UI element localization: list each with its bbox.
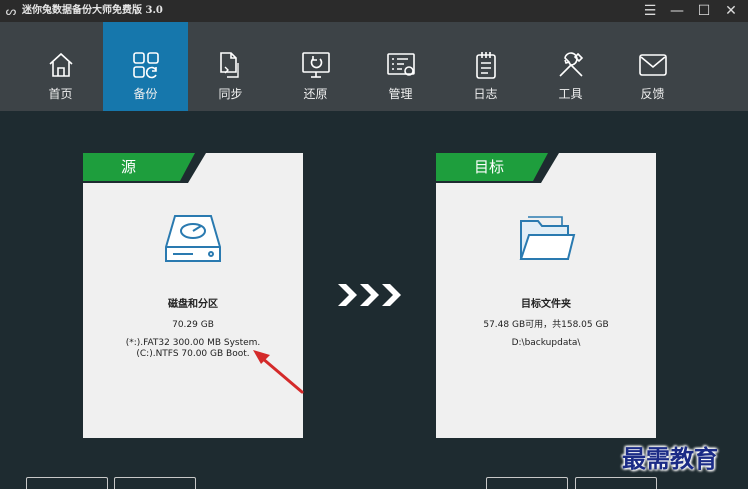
- feedback-mail-icon: [639, 54, 667, 76]
- nav-item-backup[interactable]: 备份: [103, 22, 188, 111]
- nav-label-home: 首页: [48, 87, 73, 101]
- nav-item-home[interactable]: 首页: [18, 22, 103, 111]
- nav-item-tools[interactable]: 工具: [528, 22, 613, 111]
- manage-list-icon: [387, 53, 415, 76]
- nav-item-feedback[interactable]: 反馈: [610, 22, 695, 111]
- watermark-text: 最需教育: [622, 444, 718, 473]
- target-capacity: 57.48 GB可用，共158.05 GB: [483, 320, 609, 330]
- bottom-left-button-2[interactable]: [114, 477, 196, 489]
- annotation-arrow-icon: [253, 350, 304, 394]
- home-icon: [49, 52, 73, 77]
- nav-label-manage: 管理: [388, 87, 413, 101]
- disk-drive-icon: [165, 215, 221, 262]
- nav-item-restore[interactable]: 还原: [273, 22, 358, 111]
- bottom-left-button-1[interactable]: [26, 477, 108, 489]
- bottom-right-button-1[interactable]: [486, 477, 568, 489]
- triple-chevron-icon: [338, 284, 401, 306]
- nav-label-feedback: 反馈: [640, 87, 665, 101]
- target-card-header: 目标: [436, 153, 656, 183]
- tools-icon: [559, 52, 584, 77]
- folder-icon: [519, 216, 576, 260]
- main-toolbar: 首页 备份 同步 还原 管理 日志 工具 反馈: [0, 22, 748, 111]
- nav-label-log: 日志: [473, 87, 498, 101]
- target-name: 目标文件夹: [521, 299, 571, 310]
- maximize-button[interactable]: ☐: [691, 0, 717, 22]
- restore-monitor-icon: [302, 52, 330, 78]
- nav-label-tools: 工具: [558, 87, 583, 101]
- sync-file-icon: [220, 52, 239, 78]
- app-title: 迷你兔数据备份大师免费版 3.0: [22, 5, 163, 16]
- minimize-button[interactable]: —: [664, 0, 690, 22]
- menu-button[interactable]: ☰: [637, 0, 663, 22]
- bottom-right-button-2[interactable]: [575, 477, 657, 489]
- source-card-header: 源: [83, 153, 303, 183]
- nav-label-sync: 同步: [218, 87, 243, 101]
- nav-label-restore: 还原: [303, 87, 328, 101]
- nav-label-backup: 备份: [133, 87, 158, 101]
- close-button[interactable]: ✕: [718, 0, 744, 22]
- source-size: 70.29 GB: [172, 320, 214, 330]
- target-card[interactable]: 目标 目标文件夹 57.48 GB可用，共158.05 GB D:\backup…: [436, 153, 656, 438]
- backup-grid-icon: [133, 52, 159, 79]
- source-name: 磁盘和分区: [168, 299, 218, 310]
- title-bar: ᔕ 迷你兔数据备份大师免费版 3.0 ☰ — ☐ ✕: [0, 0, 748, 22]
- nav-item-log[interactable]: 日志: [443, 22, 528, 111]
- source-card-title: 源: [121, 158, 137, 176]
- log-notepad-icon: [476, 52, 496, 79]
- nav-item-manage[interactable]: 管理: [358, 22, 443, 111]
- app-logo-icon: ᔕ: [5, 4, 17, 18]
- target-path: D:\backupdata\: [511, 338, 581, 348]
- target-card-title: 目标: [474, 158, 505, 176]
- nav-item-sync[interactable]: 同步: [188, 22, 273, 111]
